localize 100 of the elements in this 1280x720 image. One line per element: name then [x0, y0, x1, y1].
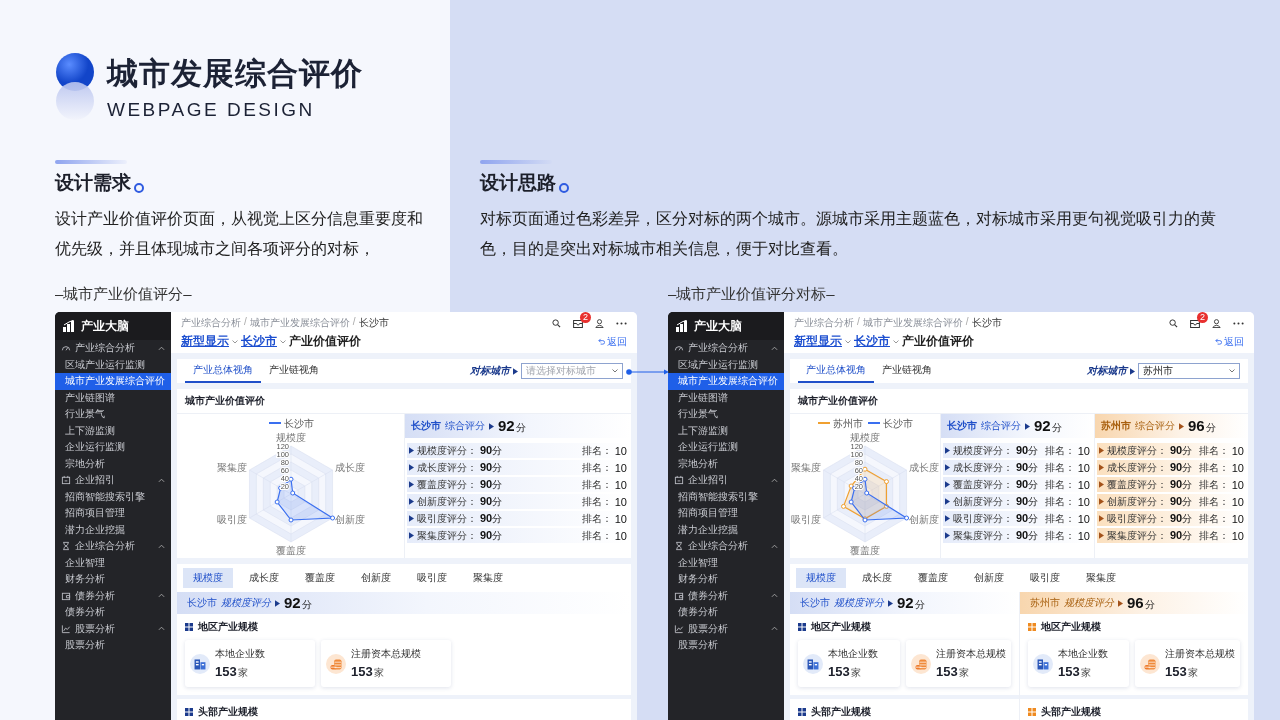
sidebar-item[interactable]: 城市产业发展综合评价 [668, 373, 784, 390]
sidebar-item[interactable]: 区域产业运行监测 [55, 356, 171, 373]
sidebar-group[interactable]: 企业综合分析 [55, 538, 171, 555]
sidebar-item[interactable]: 股票分析 [668, 637, 784, 654]
sidebar-group[interactable]: 企业综合分析 [668, 538, 784, 555]
triangle-icon [513, 367, 518, 375]
rank-label: 排名： [581, 511, 612, 526]
sidebar-item[interactable]: 区域产业运行监测 [668, 356, 784, 373]
metric-tab[interactable]: 规模度 [796, 568, 846, 588]
sidebar-item[interactable]: 企业运行监测 [55, 439, 171, 456]
sidebar-item[interactable]: 城市产业发展综合评价 [55, 373, 171, 390]
search-icon[interactable] [1169, 318, 1178, 328]
user-icon[interactable] [595, 318, 604, 328]
triangle-icon [1099, 498, 1104, 505]
metric-tab[interactable]: 聚集度 [1076, 568, 1126, 588]
sidebar-item[interactable]: 产业链图谱 [55, 389, 171, 406]
sidebar-group[interactable]: 企业招引 [668, 472, 784, 489]
sidebar-item[interactable]: 企业智理 [668, 554, 784, 571]
metric-tab[interactable]: 成长度 [239, 568, 289, 588]
sidebar-item[interactable]: 财务分析 [55, 571, 171, 588]
back-link[interactable]: 返回 [1215, 334, 1244, 349]
axis-label: 规模度 [850, 432, 880, 443]
score-label: 综合评分 [445, 419, 485, 433]
metric-tab[interactable]: 覆盖度 [908, 568, 958, 588]
search-icon[interactable] [552, 318, 561, 328]
metric-tab[interactable]: 成长度 [852, 568, 902, 588]
sidebar-item[interactable]: 股票分析 [55, 637, 171, 654]
metric-tab[interactable]: 聚集度 [463, 568, 513, 588]
screen-caption: –城市产业价值评分– [55, 285, 193, 304]
sidebar-group[interactable]: 债券分析 [668, 587, 784, 604]
sidebar-item[interactable]: 招商项目管理 [55, 505, 171, 522]
title-dropdown-link[interactable]: 长沙市 [854, 334, 890, 349]
view-tab[interactable]: 产业链视角 [261, 359, 327, 383]
metric-tab[interactable]: 规模度 [183, 568, 233, 588]
title-dropdown-link[interactable]: 新型显示 [181, 334, 229, 349]
view-tab[interactable]: 产业总体视角 [185, 359, 261, 383]
metric-tab[interactable]: 覆盖度 [295, 568, 345, 588]
coins-icon [911, 653, 931, 674]
score-value: 96分 [1127, 594, 1155, 612]
metric-tab[interactable]: 吸引度 [407, 568, 457, 588]
breadcrumb-separator: / [244, 316, 247, 329]
sidebar-group[interactable]: 股票分析 [55, 620, 171, 637]
sidebar-item[interactable]: 潜力企业挖掘 [55, 521, 171, 538]
section-title: 头部产业规模 [1041, 705, 1101, 719]
sidebar-group[interactable]: 股票分析 [668, 620, 784, 637]
sidebar-item[interactable]: 财务分析 [668, 571, 784, 588]
rank-label: 排名： [1044, 511, 1075, 526]
sidebar-group[interactable]: 债券分析 [55, 587, 171, 604]
sidebar-item[interactable]: 企业运行监测 [668, 439, 784, 456]
back-link[interactable]: 返回 [598, 334, 627, 349]
sidebar-item[interactable]: 行业景气 [55, 406, 171, 423]
grid-icon [1028, 708, 1036, 716]
sidebar-item[interactable]: 上下游监测 [55, 422, 171, 439]
title-dropdown-link[interactable]: 新型显示 [794, 334, 842, 349]
sidebar-item[interactable]: 产业链图谱 [668, 389, 784, 406]
sidebar-item[interactable]: 行业景气 [668, 406, 784, 423]
more-icon[interactable] [616, 321, 627, 325]
breadcrumb-item[interactable]: 城市产业发展综合评价 [249, 316, 350, 330]
sidebar-item[interactable]: 招商智能搜索引擎 [668, 488, 784, 505]
metric-label: 吸引度评分： [1107, 511, 1167, 526]
page-title: 产业价值评价 [902, 334, 974, 349]
sidebar-group[interactable]: 产业综合分析 [668, 340, 784, 357]
sidebar-item[interactable]: 债券分析 [55, 604, 171, 621]
stat-value: 153家 [936, 664, 970, 680]
axis-label: 创新度 [909, 514, 939, 525]
metric-tab[interactable]: 吸引度 [1020, 568, 1070, 588]
page-subheading: WEBPAGE DESIGN [107, 99, 316, 121]
sidebar-item[interactable]: 债券分析 [668, 604, 784, 621]
view-tab[interactable]: 产业链视角 [874, 359, 940, 383]
more-icon[interactable] [1233, 321, 1244, 325]
app-logo-text: 产业大脑 [694, 317, 742, 335]
compare-city-select[interactable]: 苏州市 [1138, 363, 1240, 379]
view-tab[interactable]: 产业总体视角 [798, 359, 874, 383]
breadcrumb-item[interactable]: 产业综合分析 [794, 316, 854, 330]
sidebar-item[interactable]: 潜力企业挖掘 [668, 521, 784, 538]
sidebar-item[interactable]: 招商项目管理 [668, 505, 784, 522]
sidebar-item[interactable]: 上下游监测 [668, 422, 784, 439]
metric-label: 覆盖度评分： [953, 477, 1013, 492]
sidebar-item[interactable]: 宗地分析 [668, 455, 784, 472]
sidebar-item[interactable]: 企业智理 [55, 554, 171, 571]
user-icon[interactable] [1212, 318, 1221, 328]
metric-score: 90分 [1016, 528, 1039, 543]
sidebar-item[interactable]: 招商智能搜索引擎 [55, 488, 171, 505]
sidebar-group[interactable]: 产业综合分析 [55, 340, 171, 357]
title-dropdown-link[interactable]: 长沙市 [241, 334, 277, 349]
inbox-icon[interactable] [573, 318, 583, 328]
metric-tab[interactable]: 创新度 [964, 568, 1014, 588]
breadcrumb-item[interactable]: 产业综合分析 [181, 316, 241, 330]
inbox-icon[interactable] [1190, 318, 1200, 328]
chevron-icon [771, 477, 778, 483]
sidebar-group-label: 企业综合分析 [688, 539, 749, 554]
wallet-icon [674, 590, 684, 601]
metric-score: 90分 [1170, 528, 1193, 543]
sidebar-item[interactable]: 宗地分析 [55, 455, 171, 472]
metric-tab[interactable]: 创新度 [351, 568, 401, 588]
breadcrumb-item[interactable]: 城市产业发展综合评价 [862, 316, 963, 330]
triangle-icon [409, 515, 414, 522]
section-heading: 设计思路 [480, 171, 556, 195]
sidebar-group[interactable]: 企业招引 [55, 472, 171, 489]
caret-icon [280, 339, 286, 344]
